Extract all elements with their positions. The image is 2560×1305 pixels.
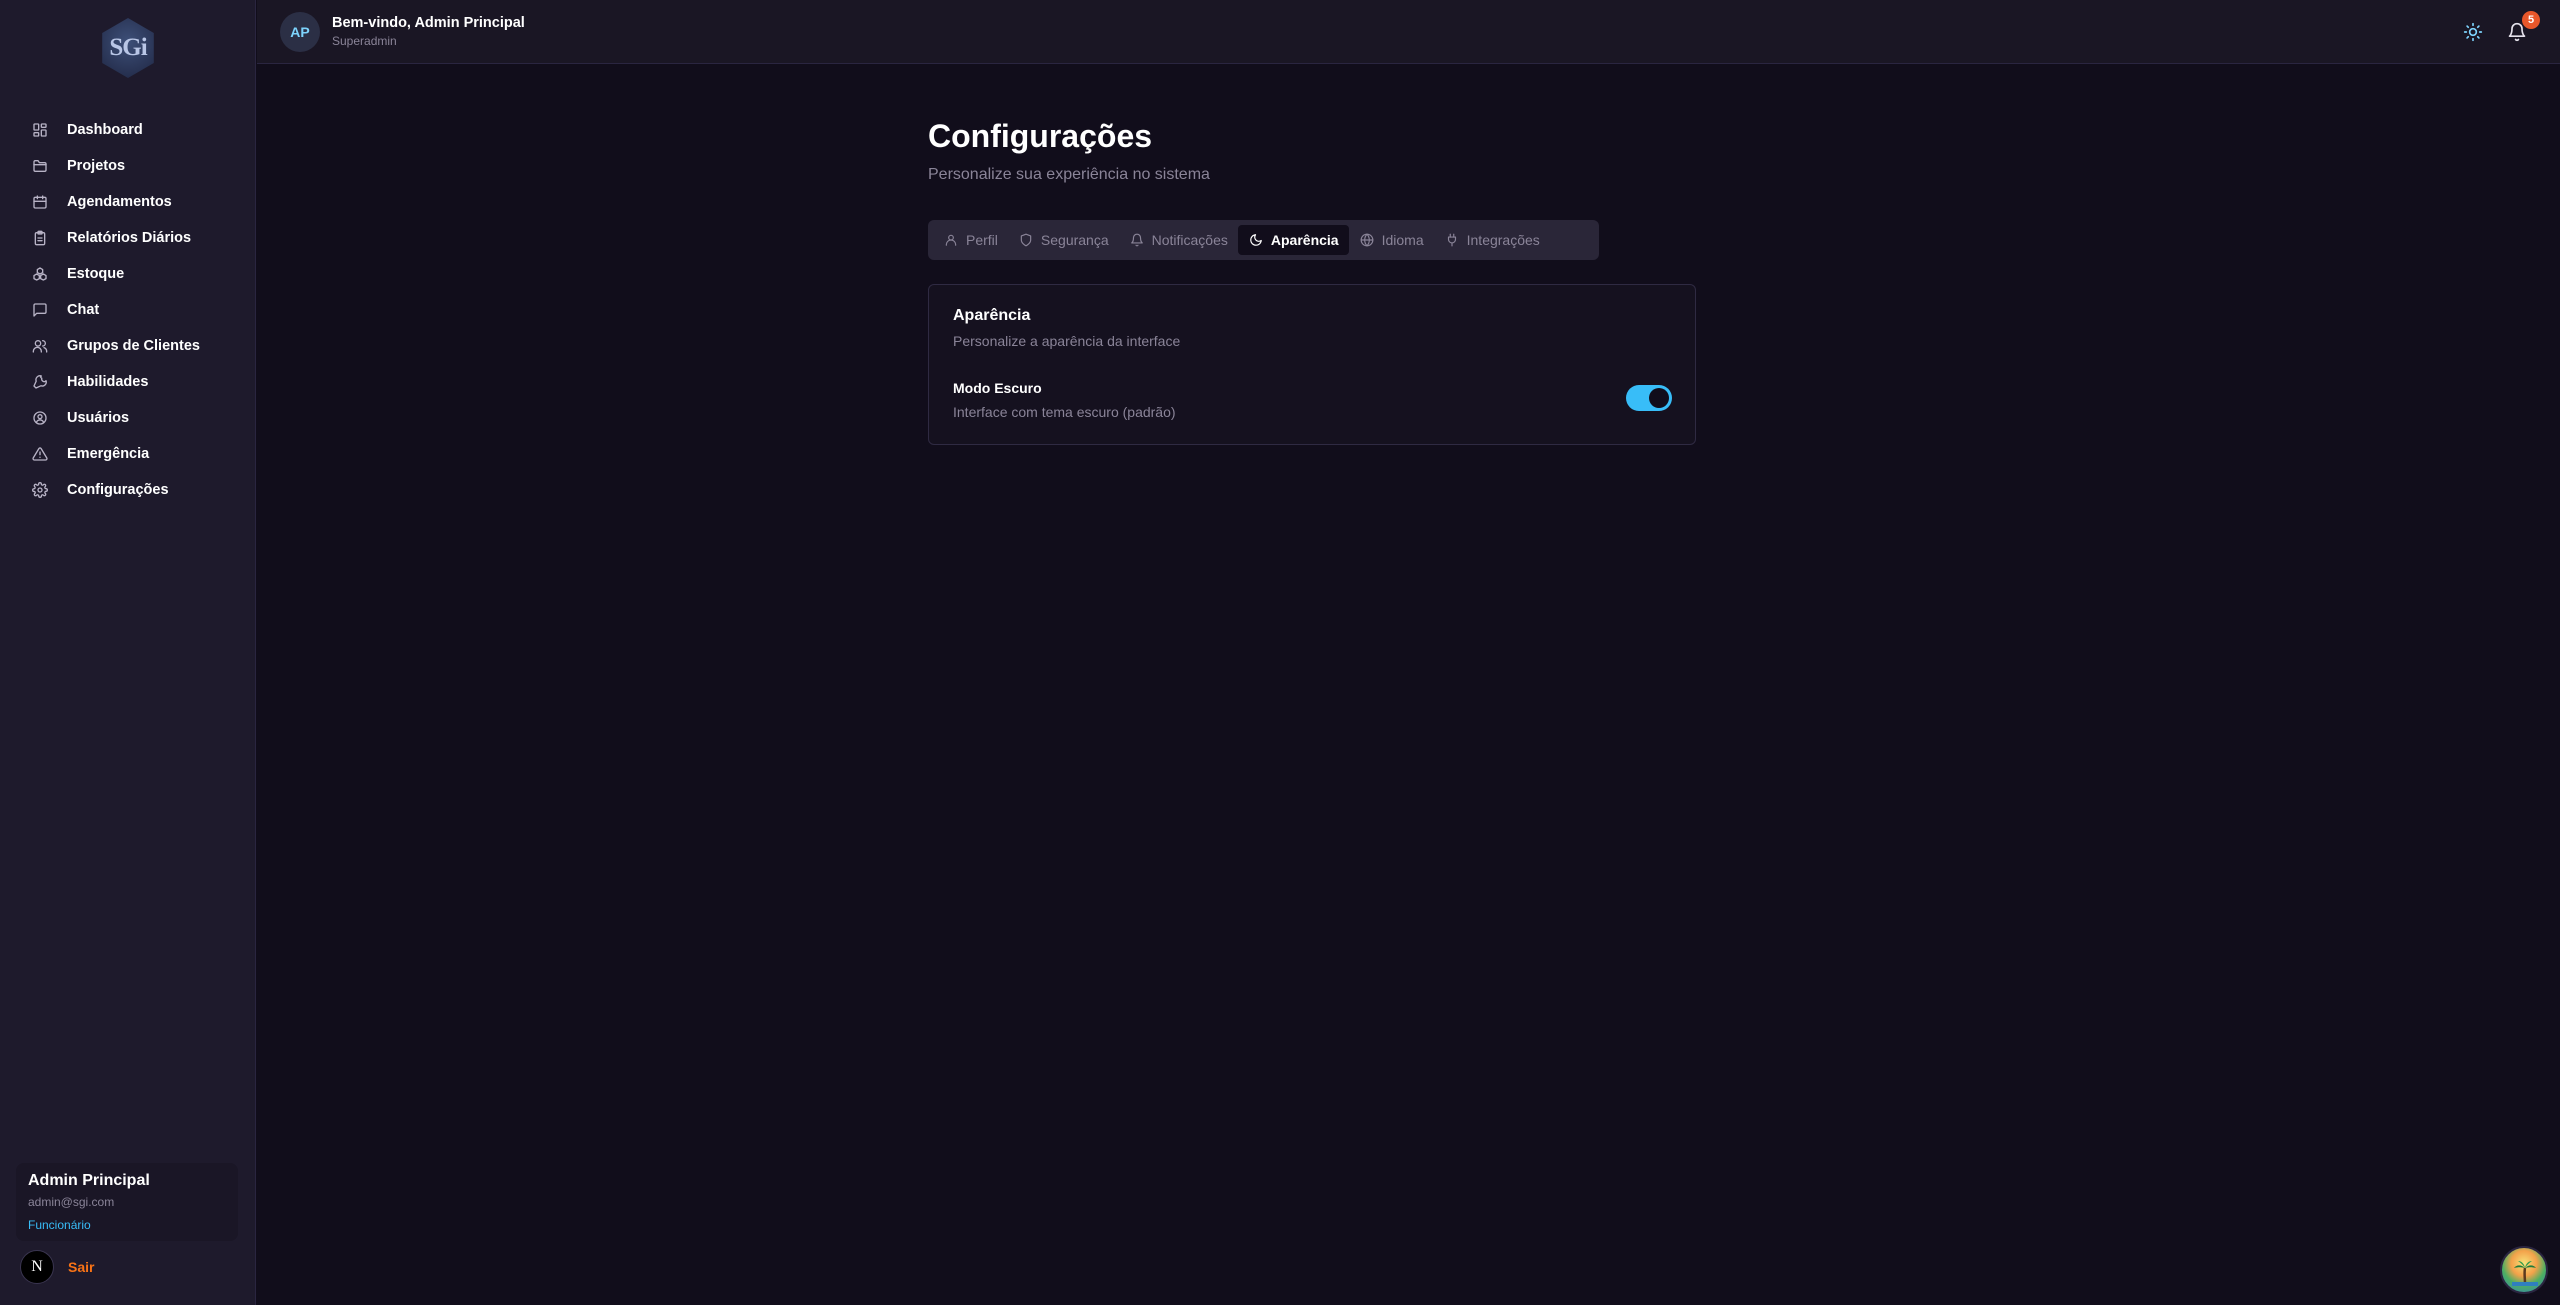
tab-label: Integrações [1466, 232, 1540, 248]
user-card: Admin Principal admin@sgi.com Funcionári… [16, 1163, 238, 1241]
sidebar-nav: Dashboard Projetos Agendamentos Relatóri… [0, 112, 256, 508]
sidebar-item-dashboard[interactable]: Dashboard [0, 112, 256, 148]
sidebar-item-projetos[interactable]: Projetos [0, 148, 256, 184]
globe-icon [1360, 233, 1374, 247]
floating-assistant-button[interactable] [2500, 1246, 2548, 1294]
card-title: Aparência [953, 307, 1031, 324]
bell-icon [1130, 233, 1143, 247]
sidebar: SGi Dashboard Projetos Agendamentos Rela… [0, 0, 256, 1305]
user-icon [945, 234, 957, 246]
user-name: Admin Principal [28, 1172, 150, 1189]
welcome-title: Bem-vindo, Admin Principal [332, 15, 525, 31]
folder-icon [33, 160, 47, 172]
alert-triangle-icon [32, 447, 48, 461]
user-role: Funcionário [28, 1218, 91, 1232]
welcome-block: Bem-vindo, Admin Principal Superadmin [332, 15, 525, 48]
sidebar-item-label: Grupos de Clientes [67, 338, 200, 354]
sidebar-item-estoque[interactable]: Estoque [0, 256, 256, 292]
tab-label: Notificações [1151, 232, 1228, 248]
dark-mode-label: Modo Escuro [953, 380, 1042, 396]
user-email: admin@sgi.com [28, 1195, 115, 1209]
top-header: AP Bem-vindo, Admin Principal Superadmin… [257, 0, 2560, 64]
avatar[interactable]: N [20, 1250, 54, 1284]
sidebar-item-label: Estoque [67, 266, 125, 282]
tab-perfil[interactable]: Perfil [933, 225, 1008, 255]
user-circle-icon [33, 411, 47, 425]
sidebar-item-label: Projetos [67, 158, 126, 174]
tab-seguranca[interactable]: Segurança [1008, 225, 1119, 255]
dark-mode-description: Interface com tema escuro (padrão) [953, 404, 1176, 420]
sidebar-item-label: Configurações [67, 482, 169, 498]
wrench-icon [33, 375, 47, 389]
header-avatar[interactable]: AP [280, 12, 320, 52]
sidebar-item-label: Habilidades [67, 374, 149, 390]
tab-idioma[interactable]: Idioma [1349, 225, 1434, 255]
palm-tree-icon [2512, 1261, 2538, 1286]
tab-label: Segurança [1040, 232, 1109, 248]
logo-hex: SGi [102, 18, 154, 78]
moon-icon [1250, 234, 1262, 246]
users-icon [32, 340, 48, 353]
sidebar-item-usuarios[interactable]: Usuários [0, 400, 256, 436]
tab-label: Perfil [966, 232, 998, 248]
logo[interactable]: SGi [96, 18, 160, 78]
app-root: SGi Dashboard Projetos Agendamentos Rela… [0, 0, 2560, 1305]
settings-tabs: Perfil Segurança Notificações Aparência … [928, 220, 1599, 260]
clipboard-icon [34, 230, 46, 246]
tab-integracoes[interactable]: Integrações [1434, 225, 1550, 255]
sidebar-item-chat[interactable]: Chat [0, 292, 256, 328]
sidebar-item-habilidades[interactable]: Habilidades [0, 364, 256, 400]
sidebar-item-emergencia[interactable]: Emergência [0, 436, 256, 472]
sidebar-item-agendamentos[interactable]: Agendamentos [0, 184, 256, 220]
sidebar-item-label: Usuários [67, 410, 130, 426]
logout-row: N Sair [20, 1250, 94, 1284]
notification-badge: 5 [2522, 11, 2540, 29]
tab-label: Idioma [1381, 232, 1424, 248]
logo-text: SGi [109, 34, 147, 61]
sidebar-item-label: Dashboard [67, 122, 143, 138]
boxes-icon [33, 267, 47, 281]
tab-aparencia[interactable]: Aparência [1237, 225, 1349, 255]
tab-notificacoes[interactable]: Notificações [1119, 225, 1238, 255]
chat-icon [33, 303, 47, 317]
sidebar-item-relatorios[interactable]: Relatórios Diários [0, 220, 256, 256]
toggle-knob [1649, 388, 1669, 408]
appearance-card: Aparência Personalize a aparência da int… [928, 284, 1696, 445]
sidebar-item-label: Emergência [67, 446, 150, 462]
page-subtitle: Personalize sua experiência no sistema [928, 166, 1210, 183]
tab-label: Aparência [1270, 232, 1339, 248]
sidebar-item-configuracoes[interactable]: Configurações [0, 472, 256, 508]
sidebar-item-grupos-clientes[interactable]: Grupos de Clientes [0, 328, 256, 364]
welcome-role: Superadmin [332, 34, 397, 48]
sidebar-item-label: Chat [67, 302, 100, 318]
sidebar-item-label: Relatórios Diários [67, 230, 192, 246]
dashboard-icon [33, 123, 47, 137]
shield-icon [1020, 233, 1032, 247]
plug-icon [1447, 233, 1456, 247]
card-description: Personalize a aparência da interface [953, 333, 1181, 349]
logout-button[interactable]: Sair [68, 1259, 94, 1275]
page-title: Configurações [928, 118, 1153, 154]
gear-icon [32, 482, 48, 498]
sidebar-item-label: Agendamentos [67, 194, 172, 210]
calendar-icon [33, 195, 47, 209]
dark-mode-toggle[interactable] [1626, 385, 1672, 411]
sun-icon[interactable] [2463, 22, 2483, 42]
